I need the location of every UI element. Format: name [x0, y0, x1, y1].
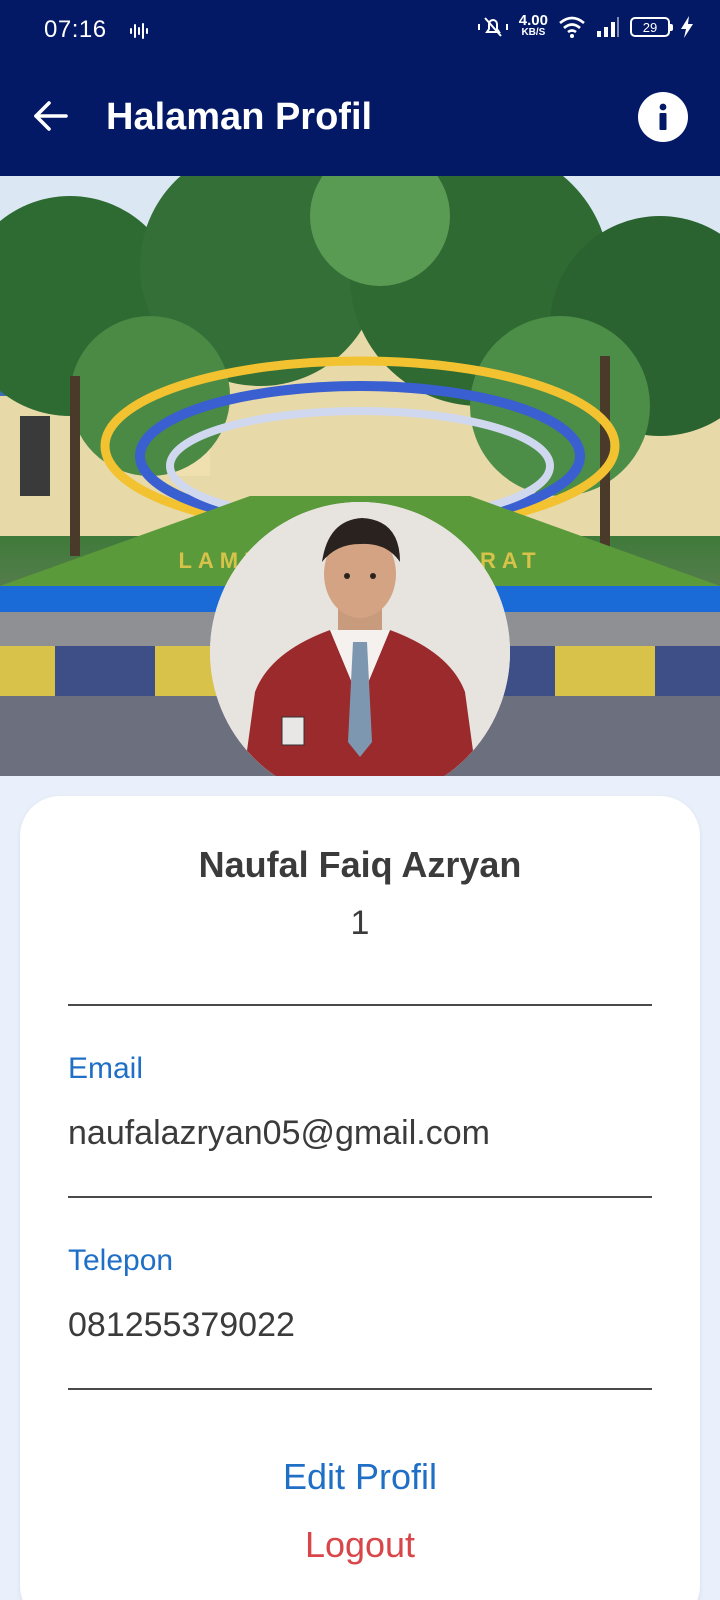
battery-level: 29: [642, 19, 658, 35]
info-button[interactable]: [638, 92, 688, 142]
email-value: naufalazryan05@gmail.com: [68, 1114, 490, 1152]
logout-button[interactable]: Logout: [20, 1524, 700, 1566]
divider: [68, 1388, 652, 1390]
speed-unit: KB/S: [521, 27, 546, 38]
back-button[interactable]: [28, 94, 72, 138]
profile-card: Naufal Faiq Azryan 1 Email naufalazryan0…: [20, 796, 700, 1600]
profile-id: 1: [350, 904, 370, 942]
cover-photo: LAMBUNG MANGKURAT: [0, 176, 720, 776]
mute-bell-icon: [477, 17, 508, 37]
arrow-left-icon: [34, 101, 68, 131]
divider: [68, 1196, 652, 1198]
wifi-icon: [559, 16, 585, 38]
phone-label: Telepon: [68, 1244, 174, 1277]
signal-icon: [597, 17, 619, 37]
app-bar: Halaman Profil: [0, 64, 720, 176]
email-label: Email: [68, 1052, 144, 1085]
profile-name: Naufal Faiq Azryan: [198, 844, 522, 885]
phone-value: 081255379022: [68, 1306, 295, 1344]
status-icons: 4.00 KB/S 29: [477, 12, 694, 40]
edit-profile-button[interactable]: Edit Profil: [20, 1456, 700, 1498]
profile-photo: [210, 502, 510, 776]
network-speed: 4.00 KB/S: [518, 12, 548, 39]
status-bar: 07:16 4.00 KB/S 29: [0, 0, 720, 64]
charging-bolt-icon: [681, 16, 693, 38]
sound-wave-icon: [130, 23, 148, 39]
avatar: [210, 502, 510, 776]
speed-value: 4.00: [518, 12, 548, 29]
status-time: 07:16: [44, 16, 107, 43]
divider: [68, 1004, 652, 1006]
page-title: Halaman Profil: [106, 96, 373, 138]
info-icon: [659, 103, 667, 130]
battery-icon: 29: [630, 17, 673, 37]
